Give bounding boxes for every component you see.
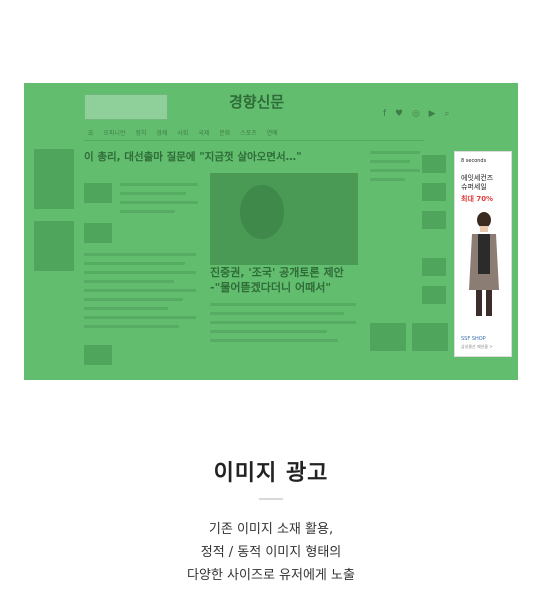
ad-shop-link: 삼성물산 패션몰 > (461, 344, 493, 349)
side-thumbnail (34, 221, 74, 271)
article-text-lines (120, 183, 198, 219)
news-headline: 이 총리, 대선출마 질문에 "지금껏 살아오면서…" (84, 151, 302, 163)
article-thumbnail (84, 345, 112, 365)
nav-divider (84, 140, 424, 141)
banner-placeholder (84, 94, 168, 120)
right-thumbnail (422, 211, 446, 229)
model-figure-icon (469, 212, 499, 316)
article-text-lines (210, 303, 356, 348)
right-thumbnail (422, 183, 446, 201)
right-thumbnail (422, 155, 446, 173)
ad-title: 에잇세컨즈 슈퍼세일 (461, 174, 494, 191)
person-silhouette (240, 185, 284, 239)
right-thumbnail (412, 323, 448, 351)
title-divider (259, 498, 283, 500)
section-description: 기존 이미지 소재 활용, 정적 / 동적 이미지 형태의 다양한 사이즈로 유… (0, 518, 542, 587)
right-column-lines (370, 151, 420, 187)
right-thumbnail (422, 286, 446, 304)
right-thumbnail (370, 323, 406, 351)
sample-display-ad: 8 seconds 에잇세컨즈 슈퍼세일 최대 70% SSF SHOP 삼성물… (454, 151, 512, 357)
ad-brand-logo: 8 seconds (461, 158, 487, 164)
article-text-lines (84, 253, 196, 334)
description-line: 정적 / 동적 이미지 형태의 (200, 545, 342, 560)
ad-discount: 최대 70% (461, 195, 494, 203)
ad-shop-name: SSF SHOP (461, 336, 486, 342)
newspaper-masthead: 경향신문 (229, 93, 285, 111)
description-line: 다양한 사이즈로 유저에게 노출 (187, 568, 355, 583)
news-subheadline: 진중권, '조국' 공개토론 제안 -"물어뜯겠다더니 어때서" (210, 266, 344, 294)
newspaper-nav: ☰ 오피니언 정치 경제 사회 국제 문화 스포츠 연예 (88, 130, 278, 137)
news-photo (210, 173, 358, 265)
description-line: 기존 이미지 소재 활용, (208, 522, 334, 537)
side-thumbnail (34, 149, 74, 209)
social-icons: f ♥ ◎ ▶ ⌕ (383, 109, 453, 119)
article-thumbnail (84, 223, 112, 243)
right-thumbnail (422, 258, 446, 276)
section-title: 이미지 광고 (213, 461, 329, 486)
article-thumbnail (84, 183, 112, 203)
ad-preview-image: 경향신문 f ♥ ◎ ▶ ⌕ ☰ 오피니언 정치 경제 사회 국제 문화 스포츠… (24, 83, 518, 380)
